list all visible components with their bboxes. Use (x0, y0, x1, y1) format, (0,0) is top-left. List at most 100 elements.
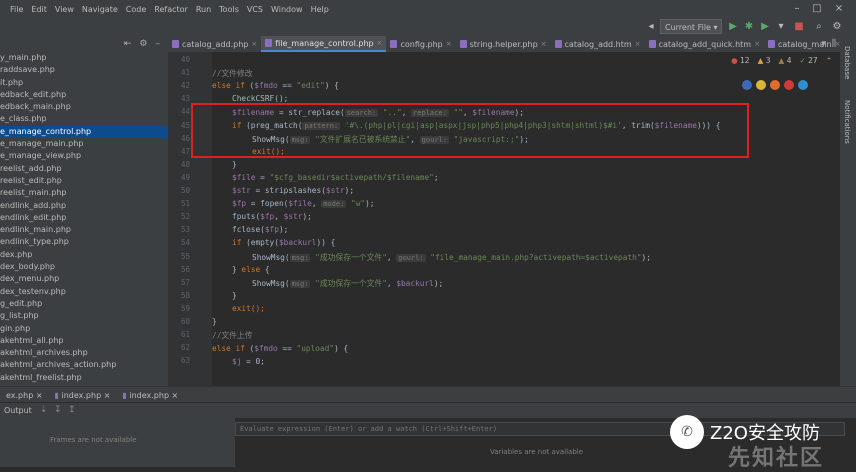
editor-tab[interactable]: catalog_add.php × (168, 36, 261, 52)
tree-file-item[interactable]: dex_menu.php (0, 273, 168, 285)
menu-file[interactable]: File (10, 5, 23, 14)
firefox-icon[interactable] (770, 80, 780, 90)
tree-file-item[interactable]: gin.php (0, 323, 168, 335)
editor-tab-label: file_manage_control.php (275, 38, 374, 48)
editor-tab[interactable]: string.helper.php × (456, 36, 551, 52)
php-icon: ▮ (122, 390, 127, 400)
debug-session-tabs: ex.php × ▮ index.php × ▮ index.php × (0, 386, 856, 403)
more-run-icon[interactable]: ▾ (774, 20, 788, 34)
close-window-icon[interactable]: × (832, 2, 846, 16)
debug-tab-index-2[interactable]: ▮ index.php × (116, 391, 184, 400)
editor-tabs: catalog_add.php × file_manage_control.php ×… (168, 36, 840, 53)
coverage-icon[interactable]: ▶ (758, 20, 772, 34)
tree-file-item[interactable]: reelist_edit.php (0, 175, 168, 187)
edge-icon[interactable] (798, 80, 808, 90)
run-icon[interactable]: ▶ (726, 20, 740, 34)
tree-file-item[interactable]: e_manage_control.php (0, 125, 168, 139)
notifications-tool-tab[interactable]: Notifications (843, 100, 851, 144)
tree-file-item[interactable]: e_class.php (0, 113, 168, 125)
menu-window[interactable]: Window (271, 5, 303, 14)
chevron-up-icon[interactable]: ⌃ (826, 56, 832, 65)
tree-file-item[interactable]: endlink_main.php (0, 224, 168, 236)
settings-icon[interactable]: ⚙ (830, 20, 844, 34)
close-tab-icon[interactable]: × (251, 40, 257, 48)
editor-tab[interactable]: config.php × (386, 36, 455, 52)
editor-tab[interactable]: file_manage_control.php × (261, 36, 387, 52)
php-file-icon (390, 40, 398, 48)
maximize-icon[interactable]: □ (810, 2, 824, 16)
menu-run[interactable]: Run (196, 5, 211, 14)
debug-tab-index-1[interactable]: ▮ index.php × (49, 391, 117, 400)
close-tab-icon[interactable]: × (377, 39, 383, 47)
editor-tab-label: catalog_add_quick.htm (658, 39, 752, 49)
typo-count: ✓ 27 (799, 56, 818, 65)
chrome-icon[interactable] (756, 80, 766, 90)
output-tab[interactable]: Output (4, 406, 32, 415)
tree-file-item[interactable]: endlink_type.php (0, 236, 168, 248)
menu-help[interactable]: Help (311, 5, 329, 14)
tree-file-item[interactable]: g_list.php (0, 310, 168, 322)
tree-file-item[interactable]: edback_main.php (0, 101, 168, 113)
close-tab-icon[interactable]: × (541, 40, 547, 48)
line-number: 43 (180, 94, 190, 104)
debug-tab-ex[interactable]: ex.php × (0, 391, 49, 400)
step-out-icon[interactable]: ↥ (68, 405, 76, 415)
step-into-icon[interactable]: ↧ (54, 405, 62, 415)
tree-file-item[interactable]: akehtml_freelist.php (0, 372, 168, 384)
tree-file-item[interactable]: edback_edit.php (0, 89, 168, 101)
menu-tools[interactable]: Tools (219, 5, 239, 14)
tree-file-item[interactable]: reelist_main.php (0, 187, 168, 199)
tree-file-item[interactable]: y_main.php (0, 52, 168, 64)
back-arrow-icon[interactable]: ◂ (644, 20, 658, 34)
tree-file-item[interactable]: dex_body.php (0, 261, 168, 273)
step-over-icon[interactable]: ⇣ (40, 405, 48, 415)
gear-icon[interactable]: ⚙ (139, 39, 147, 49)
close-tab-icon[interactable]: × (754, 40, 760, 48)
menu-edit[interactable]: Edit (31, 5, 47, 14)
menu-view[interactable]: View (55, 5, 74, 14)
menu-vcs[interactable]: VCS (247, 5, 263, 14)
split-editor-icon[interactable]: ⫼ (832, 39, 836, 49)
menu-code[interactable]: Code (126, 5, 146, 14)
close-tab-icon[interactable]: × (446, 40, 452, 48)
code-line-58: } (232, 291, 237, 300)
collapse-all-icon[interactable]: ⇤ (124, 39, 132, 49)
tab-overflow-icon[interactable]: ▾ (821, 39, 826, 49)
code-line-49: $file = "$cfg_basedir$activepath/$filena… (232, 173, 439, 182)
line-number: 58 (180, 290, 190, 300)
line-number: 50 (180, 186, 190, 195)
editor-tab[interactable]: catalog_add.htm × (551, 36, 645, 52)
minimize-icon[interactable]: – (790, 2, 804, 16)
phpstorm-icon[interactable] (742, 80, 752, 90)
tree-file-item[interactable]: akehtml_archives_action.php (0, 359, 168, 371)
tree-file-item[interactable]: g_edit.php (0, 298, 168, 310)
line-number: 44 (180, 107, 190, 117)
tree-file-item[interactable]: endlink_edit.php (0, 212, 168, 224)
run-configuration-select[interactable]: Current File ▾ (660, 19, 722, 34)
tree-file-item[interactable]: reelist_add.php (0, 163, 168, 175)
inspection-widget[interactable]: ● 12 ▲ 3 ▲ 4 ✓ 27 ⌃ (731, 56, 832, 65)
tree-file-item[interactable]: dex.php (0, 249, 168, 261)
tree-file-item[interactable]: akehtml_all.php (0, 335, 168, 347)
menu-navigate[interactable]: Navigate (82, 5, 118, 14)
line-number: 60 (180, 317, 190, 326)
tree-file-item[interactable]: raddsave.php (0, 64, 168, 76)
close-tab-icon[interactable]: × (635, 40, 641, 48)
menu-refactor[interactable]: Refactor (154, 5, 188, 14)
code-line-41: //文件修改 (212, 69, 253, 78)
stop-icon[interactable]: ■ (792, 20, 806, 34)
tree-file-item[interactable]: it.php (0, 77, 168, 89)
project-file-list: y_main.php raddsave.php it.php edback_edit.… (0, 52, 168, 386)
opera-icon[interactable] (784, 80, 794, 90)
tree-file-item[interactable]: e_manage_main.php (0, 138, 168, 150)
hide-panel-icon[interactable]: – (156, 39, 161, 49)
search-everywhere-icon[interactable]: ⌕ (812, 20, 826, 34)
database-tool-tab[interactable]: Database (843, 46, 851, 79)
editor-tab[interactable]: catalog_add_quick.htm × (645, 36, 764, 52)
editor-tab-actions: ▾ ⫼ (821, 36, 840, 52)
tree-file-item[interactable]: endlink_add.php (0, 200, 168, 212)
tree-file-item[interactable]: akehtml_archives.php (0, 347, 168, 359)
debug-icon[interactable]: ✱ (742, 20, 756, 34)
tree-file-item[interactable]: e_manage_view.php (0, 150, 168, 162)
tree-file-item[interactable]: dex_testenv.php (0, 286, 168, 298)
